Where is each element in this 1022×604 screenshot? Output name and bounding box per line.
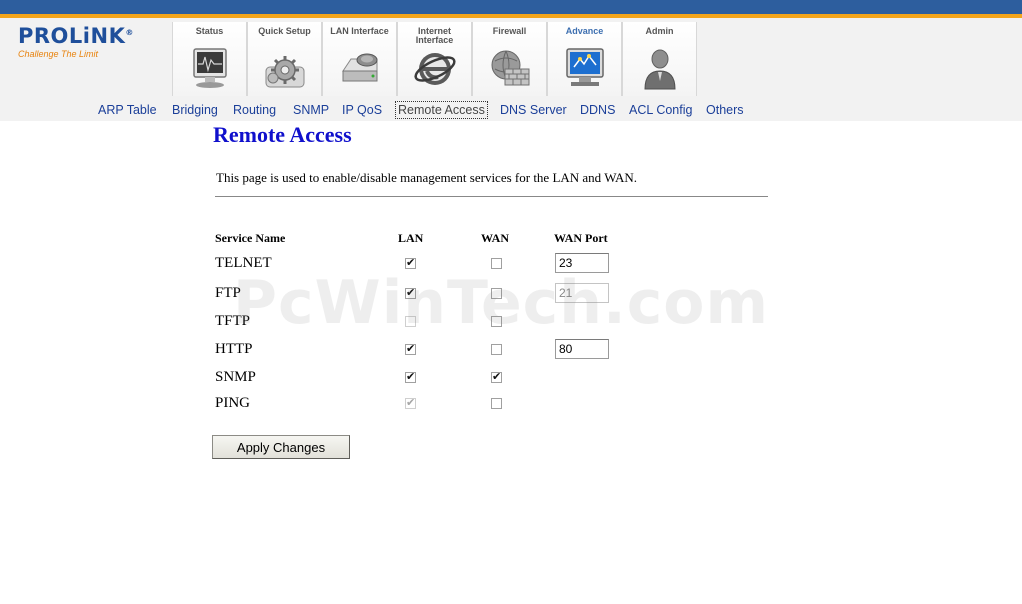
- service-name-http: HTTP: [215, 341, 253, 357]
- subnav-item-acl-config[interactable]: ACL Config: [629, 102, 692, 118]
- subnav-item-arp-table[interactable]: ARP Table: [98, 102, 157, 118]
- service-name-ftp: FTP: [215, 285, 241, 301]
- tab-label: Quick Setup: [258, 26, 311, 36]
- subnav-item-routing[interactable]: Routing: [233, 102, 276, 118]
- telnet-lan-checkbox[interactable]: [405, 256, 416, 269]
- header-wan: WAN: [481, 231, 510, 245]
- subnav-item-ddns[interactable]: DDNS: [580, 102, 615, 118]
- brand-name-text: PROLiNK: [18, 24, 126, 48]
- tab-label: Firewall: [492, 26, 527, 36]
- apply-changes-button[interactable]: Apply Changes: [212, 435, 350, 459]
- http-lan-checkbox[interactable]: [405, 342, 416, 355]
- tab-advance[interactable]: Advance: [547, 22, 622, 96]
- telnet-wan-checkbox[interactable]: [491, 258, 502, 269]
- ftp-wan-checkbox[interactable]: [491, 288, 502, 299]
- tab-internet-interface[interactable]: Internet Interface: [397, 22, 472, 96]
- brand-name: PROLiNK®: [18, 24, 134, 48]
- tab-label: Internet Interface: [415, 26, 454, 45]
- service-name-telnet: TELNET: [215, 255, 272, 271]
- ftp-lan-checkbox[interactable]: [405, 286, 416, 299]
- network-drive-icon: [341, 53, 377, 82]
- service-name-snmp: SNMP: [215, 369, 256, 385]
- subnav-item-remote-access[interactable]: Remote Access: [395, 101, 488, 119]
- ping-wan-checkbox[interactable]: [491, 398, 502, 409]
- ftp-wan-port-input[interactable]: [555, 283, 609, 303]
- http-wan-port-input[interactable]: [555, 339, 609, 359]
- page-description: This page is used to enable/disable mana…: [216, 170, 638, 185]
- sub-navigation: ARP Table Bridging Routing SNMP IP QoS R…: [0, 101, 1022, 121]
- header-service-name: Service Name: [215, 231, 286, 245]
- tab-label: Advance: [565, 26, 604, 36]
- snmp-wan-checkbox[interactable]: [491, 370, 502, 383]
- tftp-wan-checkbox[interactable]: [491, 316, 502, 327]
- tab-firewall[interactable]: Firewall: [472, 22, 547, 96]
- internet-explorer-icon: [413, 53, 456, 85]
- tab-label: Admin: [645, 26, 674, 36]
- telnet-wan-port-input[interactable]: [555, 253, 609, 273]
- admin-user-icon: [643, 49, 676, 90]
- ping-lan-checkbox[interactable]: [405, 396, 416, 409]
- divider: [215, 196, 768, 197]
- firewall-globe-icon: [491, 50, 529, 86]
- brand-registered-mark: ®: [125, 28, 134, 37]
- subnav-item-ip-qos[interactable]: IP QoS: [342, 102, 382, 118]
- tab-label: Status: [195, 26, 224, 36]
- service-name-tftp: TFTP: [215, 313, 251, 329]
- brand-logo: PROLiNK® Challenge The Limit: [18, 24, 134, 59]
- tftp-lan-checkbox[interactable]: [405, 316, 416, 327]
- subnav-item-bridging[interactable]: Bridging: [172, 102, 218, 118]
- http-wan-checkbox[interactable]: [491, 344, 502, 355]
- subnav-item-snmp[interactable]: SNMP: [293, 102, 329, 118]
- header-lan: LAN: [398, 231, 424, 245]
- advanced-monitor-icon: [565, 48, 604, 86]
- tab-admin[interactable]: Admin: [622, 22, 697, 96]
- brand-tagline: Challenge The Limit: [18, 49, 99, 59]
- gears-icon: [265, 56, 304, 88]
- subnav-item-others[interactable]: Others: [706, 102, 744, 118]
- tab-status[interactable]: Status: [172, 22, 247, 96]
- monitor-icon: [192, 48, 227, 88]
- watermark: PcWinTech.com: [233, 268, 770, 338]
- tab-quick-setup[interactable]: Quick Setup: [247, 22, 322, 96]
- subnav-item-dns-server[interactable]: DNS Server: [500, 102, 567, 118]
- service-name-ping: PING: [215, 395, 251, 411]
- top-color-bar: [0, 0, 1022, 14]
- tab-label: LAN Interface: [330, 26, 389, 36]
- header-wan-port: WAN Port: [554, 231, 608, 245]
- page-title: Remote Access: [213, 122, 352, 147]
- tab-lan-interface[interactable]: LAN Interface: [322, 22, 397, 96]
- snmp-lan-checkbox[interactable]: [405, 370, 416, 383]
